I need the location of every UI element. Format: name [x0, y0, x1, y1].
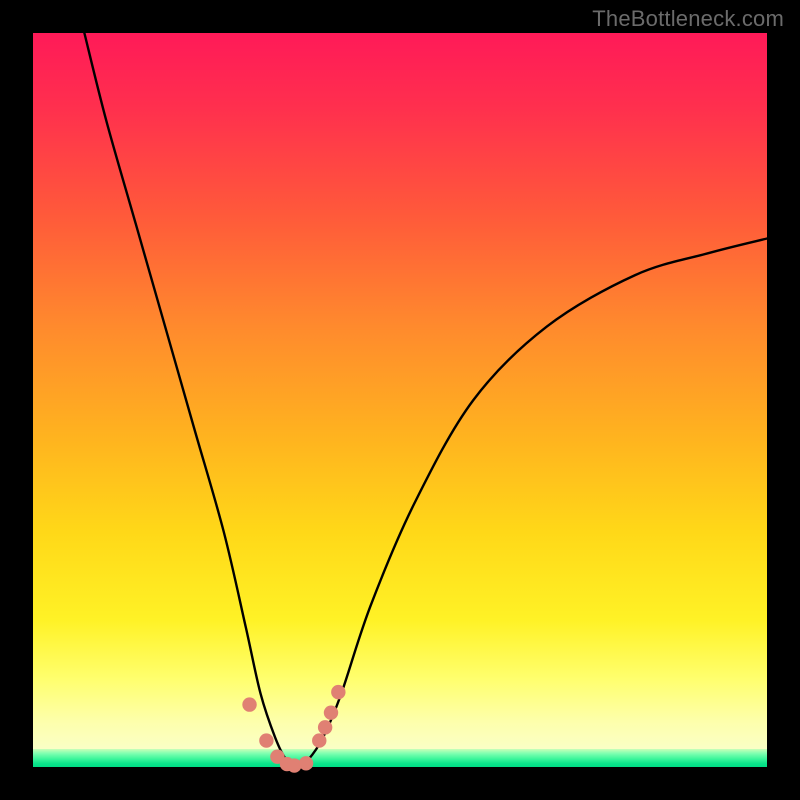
watermark-text: TheBottleneck.com — [592, 6, 784, 32]
chart-frame: TheBottleneck.com — [0, 0, 800, 800]
salmon-dot — [259, 733, 273, 747]
curve-layer — [33, 33, 767, 767]
salmon-dot — [299, 756, 313, 770]
salmon-dots-group — [242, 685, 345, 773]
salmon-dot — [324, 705, 338, 719]
salmon-dot — [331, 685, 345, 699]
salmon-dot — [312, 733, 326, 747]
bottleneck-curve — [84, 33, 767, 767]
salmon-dot — [242, 697, 256, 711]
salmon-dot — [318, 720, 332, 734]
plot-area — [33, 33, 767, 767]
